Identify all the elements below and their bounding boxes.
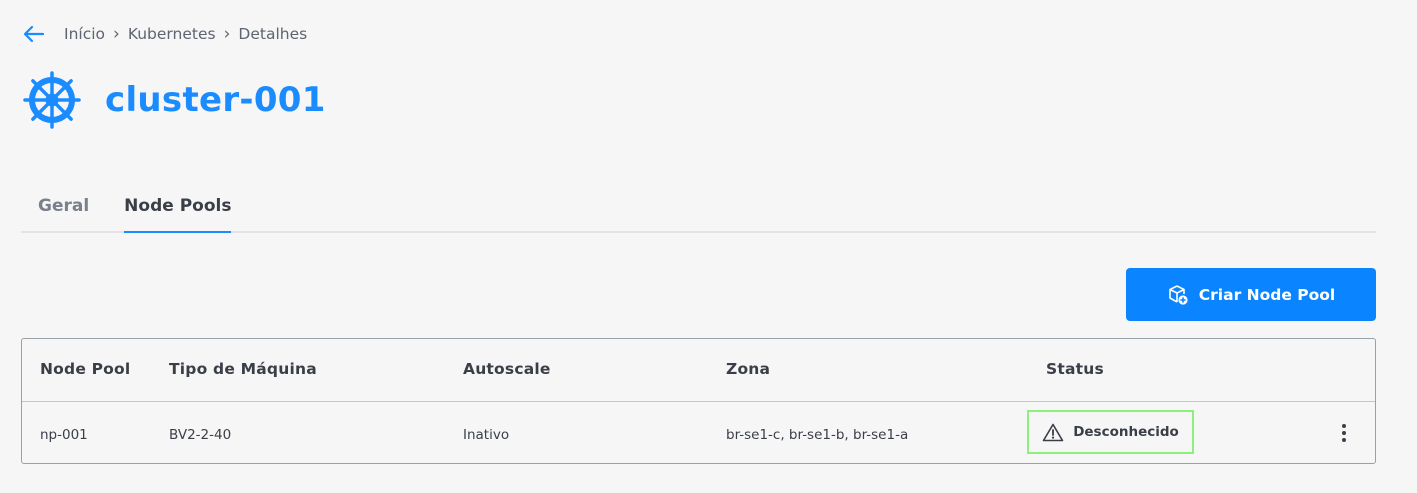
cube-plus-icon [1168, 284, 1188, 305]
warning-triangle-icon [1042, 423, 1064, 441]
breadcrumb-separator: › [113, 24, 120, 44]
arrow-left-icon [23, 25, 45, 43]
breadcrumb-detalhes: Detalhes [238, 25, 308, 43]
table-header: Node Pool Tipo de Máquina Autoscale Zona… [22, 339, 1375, 402]
tab-geral[interactable]: Geral [38, 190, 89, 231]
column-header-node-pool: Node Pool [40, 360, 131, 378]
column-header-autoscale: Autoscale [463, 360, 551, 378]
tab-node-pools[interactable]: Node Pools [124, 190, 232, 233]
breadcrumb: Início › Kubernetes › Detalhes [22, 22, 307, 46]
column-header-machine-type: Tipo de Máquina [169, 360, 317, 378]
cell-autoscale: Inativo [463, 427, 510, 443]
page: Início › Kubernetes › Detalhes cluster-0… [0, 0, 1417, 493]
create-node-pool-label: Criar Node Pool [1198, 285, 1336, 304]
breadcrumb-separator: › [223, 24, 231, 44]
page-title: cluster-001 [105, 80, 326, 120]
column-header-status: Status [1046, 360, 1104, 378]
tab-bar: Geral Node Pools [21, 190, 1376, 233]
node-pools-table: Node Pool Tipo de Máquina Autoscale Zona… [21, 338, 1376, 464]
back-button[interactable] [22, 22, 46, 46]
cell-node-pool: np-001 [40, 427, 88, 443]
title-row: cluster-001 [22, 70, 326, 130]
helm-wheel-icon [23, 71, 81, 129]
breadcrumb-inicio[interactable]: Início [64, 25, 105, 43]
status-badge: Desconhecido [1027, 410, 1194, 454]
create-node-pool-button[interactable]: Criar Node Pool [1126, 268, 1376, 321]
cell-machine-type: BV2-2-40 [169, 427, 232, 443]
column-header-zone: Zona [726, 360, 771, 378]
status-text: Desconhecido [1073, 424, 1179, 440]
breadcrumb-kubernetes[interactable]: Kubernetes [128, 25, 216, 43]
cell-zone: br-se1-c, br-se1-b, br-se1-a [726, 427, 909, 443]
table-row: np-001 BV2-2-40 Inativo br-se1-c, br-se1… [22, 402, 1375, 464]
row-actions-kebab-icon[interactable] [1334, 421, 1354, 445]
